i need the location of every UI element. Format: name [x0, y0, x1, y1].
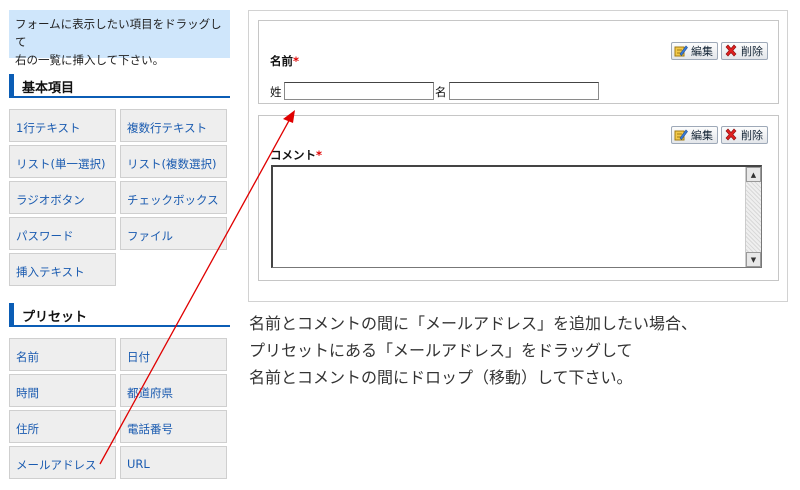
drag-arrow-head [283, 110, 295, 123]
drag-arrow [99, 110, 295, 465]
drag-arrow-line [99, 116, 292, 465]
